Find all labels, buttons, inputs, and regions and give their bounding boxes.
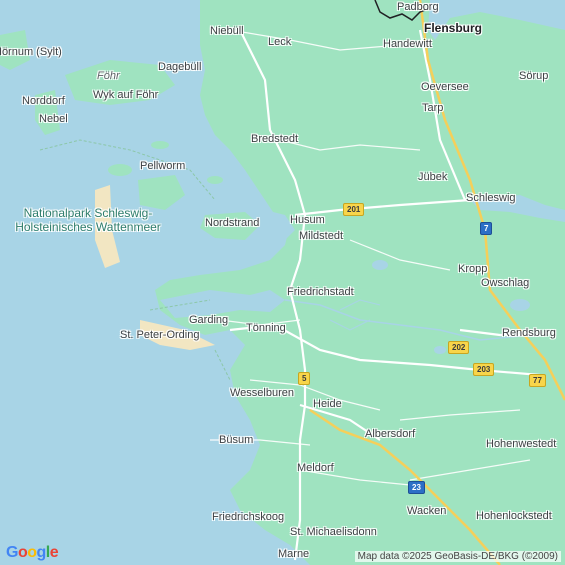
place-label-albersdorf: Albersdorf — [365, 428, 416, 440]
road-shield-a23: 23 — [408, 481, 425, 494]
place-label-nordstrand: Nordstrand — [205, 217, 260, 229]
place-label-nebel: Nebel — [39, 113, 68, 125]
place-label-friedrichstadt: Friedrichstadt — [287, 286, 354, 298]
place-label-sorup: Sörup — [519, 70, 549, 82]
place-label-flensburg: Flensburg — [424, 21, 483, 35]
park-label: Nationalpark Schleswig-Holsteinisches Wa… — [15, 206, 161, 234]
place-label-meldorf: Meldorf — [297, 462, 334, 474]
place-label-heide: Heide — [313, 398, 342, 410]
place-label-dagebull: Dagebüll — [158, 61, 202, 73]
place-label-tarp: Tarp — [422, 102, 444, 114]
place-label-bredstedt: Bredstedt — [251, 133, 299, 145]
road-shield-201: 201 — [343, 203, 365, 216]
place-label-hohenwestedt: Hohenwestedt — [486, 438, 557, 450]
place-label-handewitt: Handewitt — [383, 38, 432, 50]
place-label-mildstedt: Mildstedt — [299, 230, 344, 242]
place-label-jubek: Jübek — [418, 171, 448, 183]
place-label-wyk: Wyk auf Föhr — [93, 89, 159, 101]
place-label-busum: Büsum — [219, 434, 254, 446]
place-label-hohenlockstedt: Hohenlockstedt — [476, 510, 552, 522]
place-label-marne: Marne — [278, 548, 310, 560]
place-label-stpeter: St. Peter-Ording — [120, 329, 200, 341]
place-label-pellworm: Pellworm — [140, 160, 186, 172]
road-shield-a7: 7 — [480, 222, 493, 235]
place-label-hornum: Hörnum (Sylt) — [0, 46, 62, 58]
place-label-schleswig: Schleswig — [466, 192, 516, 204]
place-label-padborg: Padborg — [397, 1, 439, 13]
place-label-stmichaelisdonn: St. Michaelisdonn — [290, 526, 377, 538]
place-label-oeversee: Oeversee — [421, 81, 469, 93]
place-label-rendsburg: Rendsburg — [502, 327, 556, 339]
road-shield-202: 202 — [448, 341, 470, 354]
road-shield-5: 5 — [298, 372, 311, 385]
road-shield-77: 77 — [529, 374, 546, 387]
place-label-husum: Husum — [290, 214, 325, 226]
place-label-wacken: Wacken — [407, 505, 447, 517]
google-logo[interactable]: Google — [6, 544, 59, 562]
place-label-tonning: Tönning — [246, 322, 286, 334]
road-shield-203: 203 — [473, 363, 495, 376]
place-label-owschlag: Owschlag — [481, 277, 530, 289]
place-label-norddorf: Norddorf — [22, 95, 65, 107]
place-label-fohr: Föhr — [97, 70, 120, 82]
place-label-niebull: Niebüll — [210, 25, 244, 37]
map-attribution[interactable]: Map data ©2025 GeoBasis-DE/BKG (©2009) — [354, 551, 561, 562]
place-label-leck: Leck — [268, 36, 292, 48]
place-label-friedrichskoog: Friedrichskoog — [212, 511, 285, 523]
place-label-kropp: Kropp — [458, 263, 488, 275]
place-label-wesselburen: Wesselburen — [230, 387, 294, 399]
place-label-garding: Garding — [189, 314, 229, 326]
